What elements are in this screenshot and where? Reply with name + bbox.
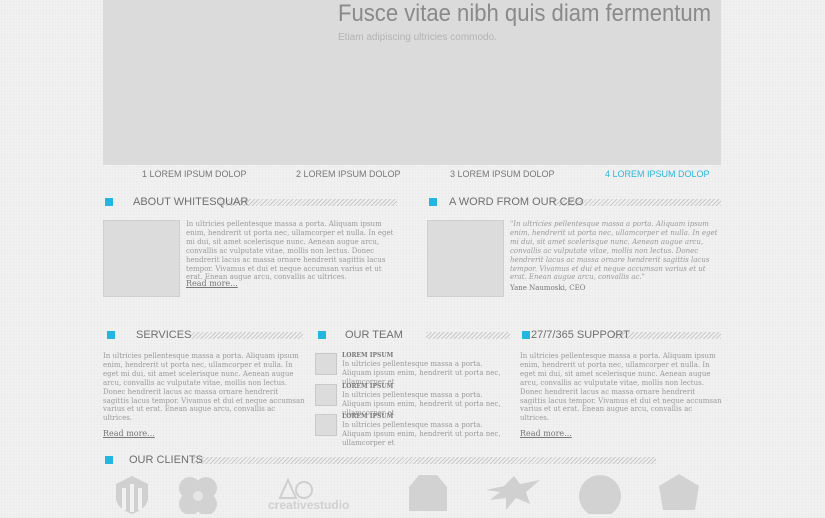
- creativestudio-logo-text: creativestudio: [268, 498, 349, 510]
- team-heading-text: OUR TEAM: [345, 329, 403, 341]
- heading-stripes: [192, 457, 656, 464]
- bird-logo-icon: [486, 476, 540, 510]
- about-heading-text: ABOUT WHITESQUAR: [133, 196, 249, 208]
- support-heading: 27/7/365 SUPPORT: [520, 329, 721, 343]
- slider-tab-1[interactable]: 1 LOREM IPSUM DOLOP: [142, 169, 247, 179]
- team-member-photo: [315, 353, 337, 375]
- heading-stripes: [426, 332, 510, 339]
- slider-tab-4[interactable]: 4 LOREM IPSUM DOLOP: [605, 169, 710, 179]
- heading-square-icon: [522, 331, 530, 339]
- ceo-heading-text: A WORD FROM OUR CEO: [449, 196, 584, 208]
- support-text: In ultricies pellentesque massa a porta.…: [520, 352, 722, 423]
- services-read-more-link[interactable]: Read more...: [103, 429, 155, 438]
- featured-slider[interactable]: Fusce vitae nibh quis diam fermentum Eti…: [103, 0, 721, 165]
- client-logo-shield[interactable]: [114, 474, 150, 518]
- heading-square-icon: [107, 331, 115, 339]
- hexagon-logo-icon: [409, 475, 447, 511]
- slider-tabs: 1 LOREM IPSUM DOLOP 2 LOREM IPSUM DOLOP …: [103, 169, 721, 183]
- team-member-text: In ultricies pellentesque massa a porta.…: [342, 421, 501, 447]
- heading-square-icon: [105, 198, 113, 206]
- about-heading: ABOUT WHITESQUAR: [103, 196, 397, 210]
- team-member-photo: [315, 384, 337, 406]
- heading-square-icon: [429, 198, 437, 206]
- client-logo-hexagon[interactable]: [407, 473, 449, 517]
- heading-stripes: [191, 332, 303, 339]
- clients-heading-text: OUR CLIENTS: [129, 454, 203, 466]
- ceo-quote: "In ultricies pellentesque massa a porta…: [510, 220, 718, 282]
- slider-tab-3[interactable]: 3 LOREM IPSUM DOLOP: [450, 169, 555, 179]
- shield-logo-icon: [116, 476, 148, 514]
- team-member-name: LOREM IPSUM: [342, 413, 394, 420]
- heading-square-icon: [318, 331, 326, 339]
- flower-logo-icon: [179, 477, 217, 515]
- circle-logo-icon: [579, 475, 621, 517]
- support-heading-text: 27/7/365 SUPPORT: [531, 329, 630, 341]
- cube-logo-icon: [659, 474, 699, 510]
- team-heading: OUR TEAM: [314, 329, 510, 343]
- slider-tab-2[interactable]: 2 LOREM IPSUM DOLOP: [296, 169, 401, 179]
- ceo-heading: A WORD FROM OUR CEO: [427, 196, 721, 210]
- client-logo-creativestudio[interactable]: creativestudio: [266, 476, 361, 514]
- client-logo-flower[interactable]: [176, 474, 220, 518]
- team-member-name: LOREM IPSUM: [342, 352, 394, 359]
- client-logo-circle[interactable]: [578, 474, 622, 518]
- services-text: In ultricies pellentesque massa a porta.…: [103, 352, 305, 423]
- about-image: [103, 220, 180, 297]
- heading-square-icon: [105, 456, 113, 464]
- services-heading: SERVICES: [103, 329, 303, 343]
- support-read-more-link[interactable]: Read more...: [520, 429, 572, 438]
- team-member-name: LOREM IPSUM: [342, 383, 394, 390]
- ceo-author: Yane Naumoski, CEO: [510, 284, 586, 292]
- client-logo-cube[interactable]: [655, 472, 703, 516]
- ceo-photo: [427, 220, 504, 297]
- about-text: In ultricies pellentesque massa a porta.…: [186, 220, 394, 282]
- clients-heading: OUR CLIENTS: [103, 454, 656, 468]
- team-member-photo: [315, 414, 337, 436]
- services-heading-text: SERVICES: [136, 329, 192, 341]
- slider-title: Fusce vitae nibh quis diam fermentum: [338, 0, 712, 27]
- slider-subtitle: Etiam adipiscing ultricies commodo.: [338, 32, 497, 43]
- about-read-more-link[interactable]: Read more...: [186, 279, 238, 288]
- creativestudio-logo-icon: creativestudio: [268, 477, 349, 512]
